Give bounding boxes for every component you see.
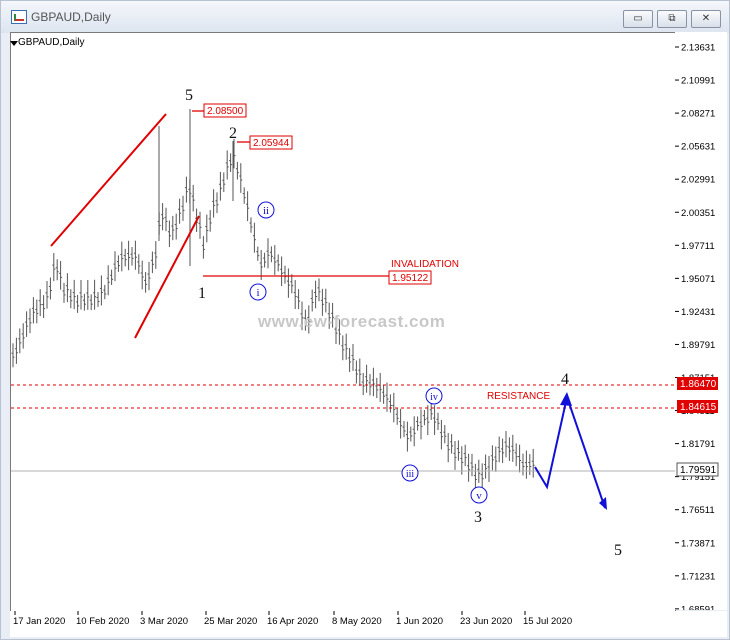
high-5-price: 2.08500	[207, 106, 244, 117]
wave-label-5-top: 5	[185, 87, 193, 104]
invalidation-label: INVALIDATION	[391, 259, 459, 270]
projection-path	[534, 393, 606, 509]
wave-label-v: v	[476, 490, 482, 502]
lower-trendline	[134, 215, 200, 339]
wave-label-ii: ii	[263, 205, 269, 217]
price-tick-label: 2.13631	[681, 43, 715, 54]
close-button[interactable]: ✕	[691, 10, 721, 28]
date-tick-label: 10 Feb 2020	[76, 616, 129, 627]
candles-group	[11, 109, 535, 492]
date-tick-label: 15 Jul 2020	[523, 616, 572, 627]
window-title: GBPAUD,Daily	[31, 10, 111, 24]
projection-arrow-up	[560, 392, 572, 406]
projection-arrow-down	[599, 497, 607, 510]
price-tick-label: 1.95071	[681, 274, 715, 285]
chart-app-icon	[11, 10, 27, 24]
upper-trendline	[50, 113, 167, 247]
resistance-label: RESISTANCE	[487, 391, 550, 402]
price-tick-label: 2.10991	[681, 76, 715, 87]
date-tick-label: 3 Mar 2020	[140, 616, 188, 627]
wave-label-4: 4	[561, 371, 569, 388]
price-axis-svg: 2.13631 2.10991 2.08271 2.05631 2.02991 2.003…	[675, 43, 719, 615]
high-2-price: 2.05944	[253, 138, 290, 149]
symbol-dropdown-icon[interactable]	[10, 41, 18, 46]
price-tick-label: 1.71231	[681, 571, 715, 582]
price-tick-label: 1.89791	[681, 340, 715, 351]
symbol-label: GBPAUD,Daily	[18, 37, 85, 48]
watermark: www.ew-forecast.com	[258, 312, 446, 331]
time-axis[interactable]: 17 Jan 2020 10 Feb 2020 3 Mar 2020 25 Mar 2…	[10, 611, 727, 637]
date-tick-label: 8 May 2020	[332, 616, 382, 627]
time-axis-svg: 17 Jan 2020 10 Feb 2020 3 Mar 2020 25 Mar 2…	[13, 611, 572, 627]
wave-label-iv: iv	[430, 392, 438, 403]
price-ticks-group: 2.13631 2.10991 2.08271 2.05631 2.02991 2.003…	[675, 43, 715, 615]
title-bar[interactable]: GBPAUD,Daily ▭ ⧉ ✕	[1, 1, 729, 33]
wave-label-i: i	[256, 287, 259, 299]
price-tick-label: 1.68591	[681, 604, 715, 610]
date-tick-label: 16 Apr 2020	[267, 616, 318, 627]
date-tick-label: 25 Mar 2020	[204, 616, 257, 627]
resistance-lower-price: 1.84615	[680, 402, 717, 413]
resistance-upper-price: 1.86470	[680, 379, 717, 390]
date-tick-label: 23 Jun 2020	[460, 616, 512, 627]
price-tick-label: 1.73871	[681, 538, 715, 549]
price-tick-label: 2.05631	[681, 142, 715, 153]
wave-label-3: 3	[474, 509, 482, 526]
price-tick-label: 2.02991	[681, 175, 715, 186]
price-tick-label: 1.76511	[681, 505, 715, 516]
current-price: 1.79591	[680, 465, 717, 476]
wave-label-1: 1	[198, 285, 206, 302]
date-tick-label: 17 Jan 2020	[13, 616, 65, 627]
minimize-button[interactable]: ▭	[623, 10, 653, 28]
price-axis[interactable]: 2.13631 2.10991 2.08271 2.05631 2.02991 2.003…	[675, 32, 727, 615]
price-tick-label: 2.08271	[681, 109, 715, 120]
date-tick-label: 1 Jun 2020	[396, 616, 443, 627]
wave-label-2: 2	[229, 125, 237, 142]
date-ticks-group: 17 Jan 2020 10 Feb 2020 3 Mar 2020 25 Mar 2…	[13, 611, 572, 627]
wave-label-5-bottom: 5	[614, 542, 622, 559]
restore-button[interactable]: ⧉	[657, 10, 687, 28]
price-tick-label: 1.92431	[681, 307, 715, 318]
price-tick-label: 2.00351	[681, 208, 715, 219]
invalidation-price: 1.95122	[392, 273, 429, 284]
wave-label-iii: iii	[406, 469, 415, 480]
price-tick-label: 1.81791	[681, 439, 715, 450]
price-tick-label: 1.97711	[681, 241, 715, 252]
